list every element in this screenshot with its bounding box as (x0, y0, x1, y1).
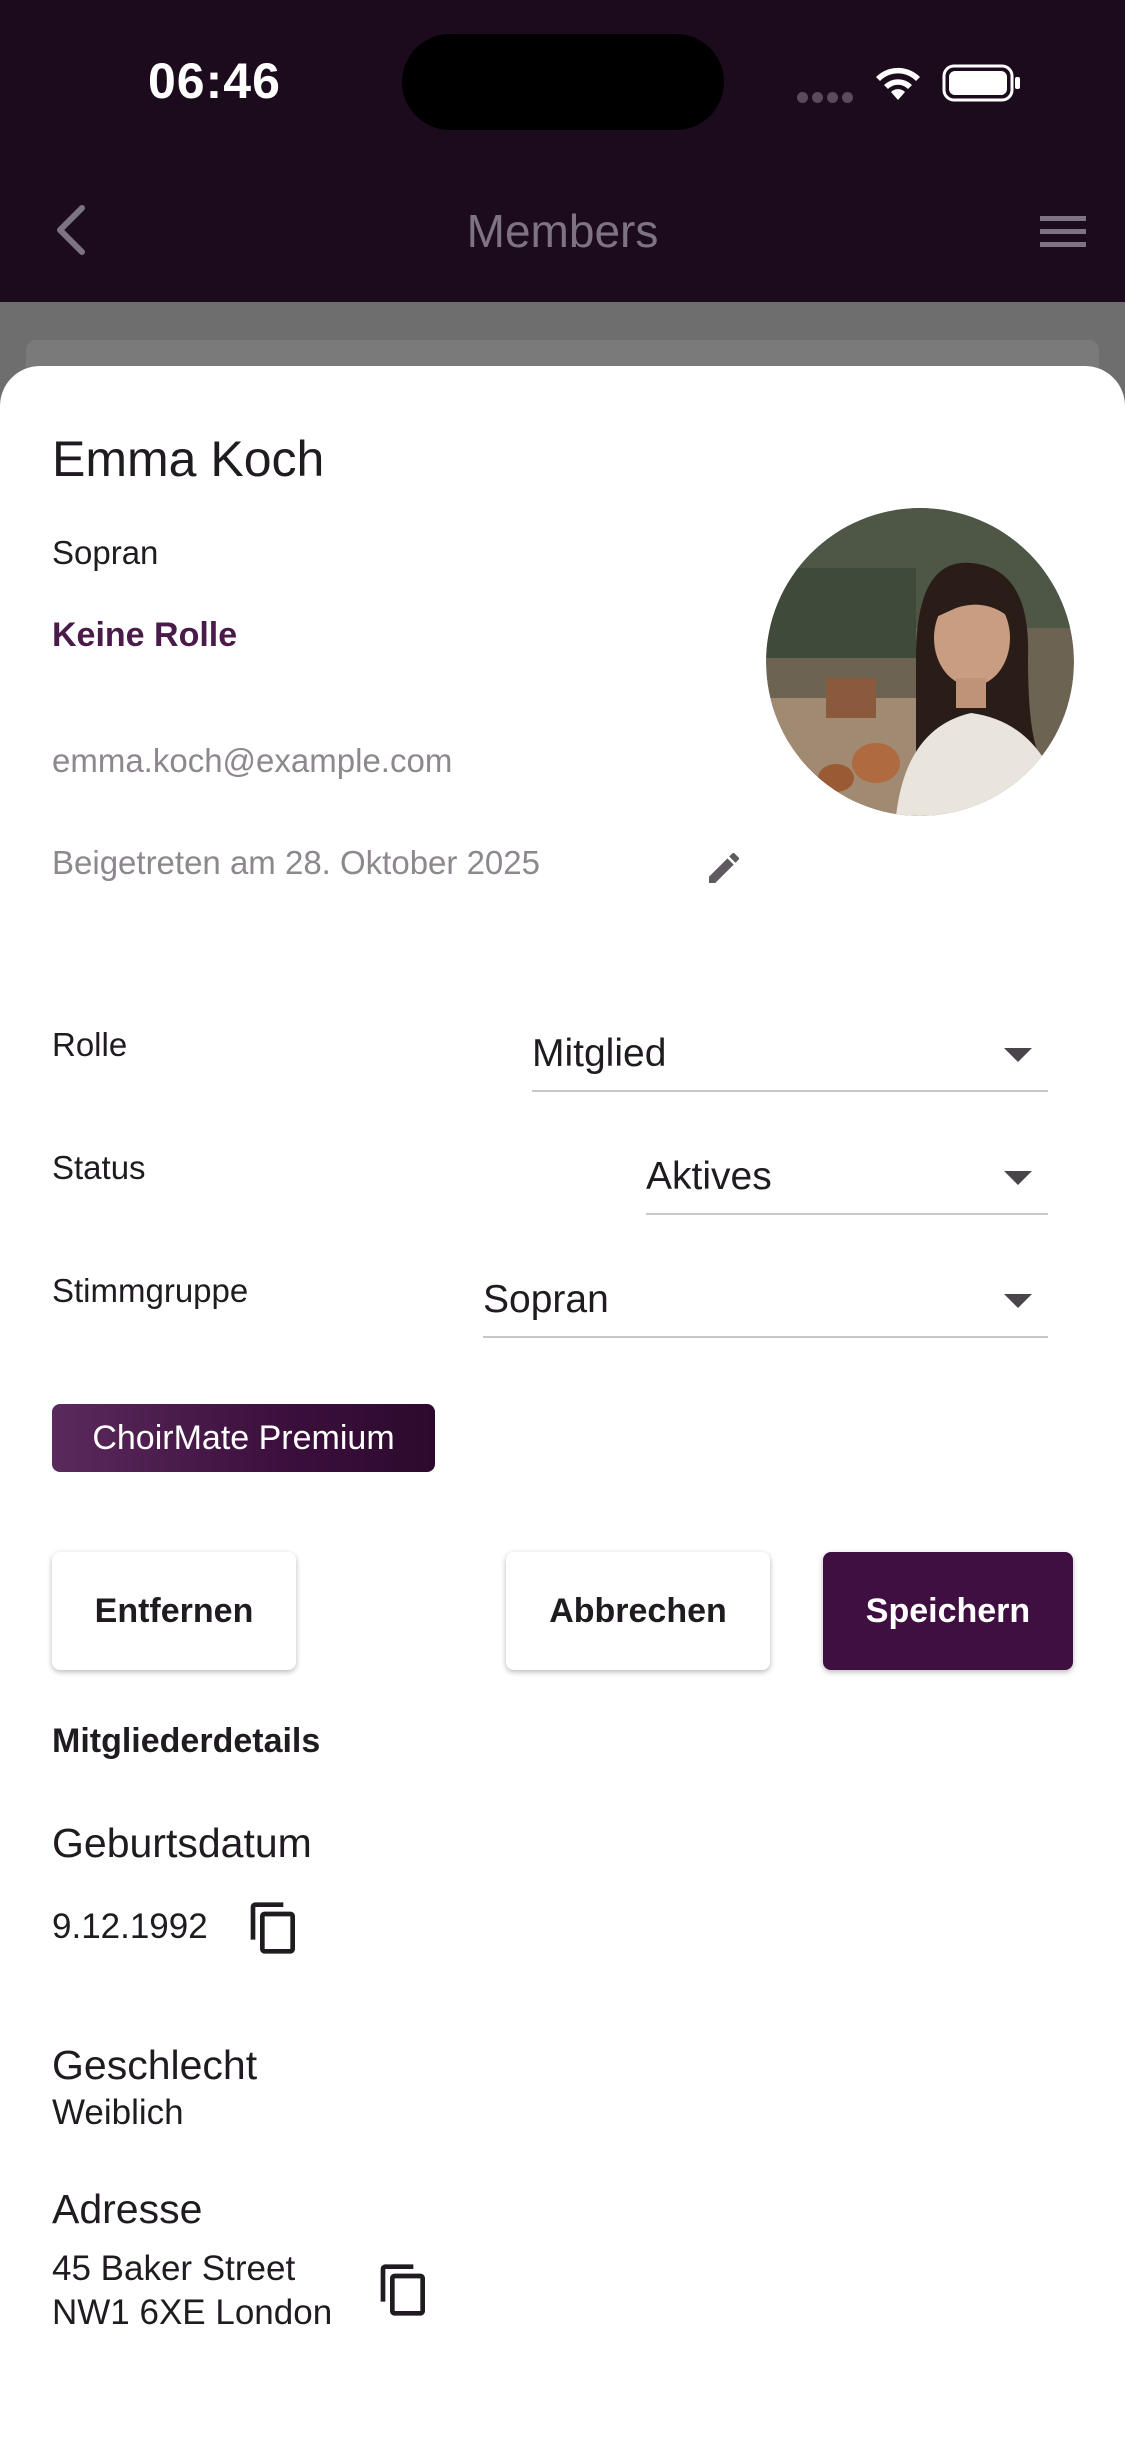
premium-badge: ChoirMate Premium (52, 1404, 435, 1472)
role-label: Rolle (52, 1026, 128, 1063)
member-voice: Sopran (52, 534, 159, 571)
birthdate-label: Geburtsdatum (52, 1820, 312, 1866)
pencil-icon[interactable] (704, 848, 744, 888)
dropdown-arrow-icon (1004, 1171, 1032, 1185)
save-button[interactable]: Speichern (823, 1552, 1073, 1670)
address-label: Adresse (52, 2186, 203, 2232)
role-dropdown-value: Mitglied (532, 1032, 667, 1075)
address-line-2: NW1 6XE London (52, 2293, 333, 2332)
copy-address-icon[interactable] (376, 2260, 432, 2320)
hamburger-menu-icon[interactable] (1038, 212, 1088, 252)
avatar (766, 508, 1074, 816)
status-time: 06:46 (148, 53, 281, 109)
app-bar: Members (0, 160, 1125, 302)
gender-label: Geschlecht (52, 2042, 258, 2088)
voice-group-dropdown[interactable]: Sopran (483, 1268, 1048, 1338)
status-bar: 06:46 (0, 0, 1125, 160)
birthdate-value: 9.12.1992 (52, 1907, 208, 1946)
gender-value: Weiblich (52, 2093, 184, 2132)
role-dropdown[interactable]: Mitglied (532, 1022, 1048, 1092)
remove-button[interactable]: Entfernen (52, 1552, 296, 1670)
address-line-1: 45 Baker Street (52, 2249, 296, 2288)
member-joined-date: Beigetreten am 28. Oktober 2025 (52, 844, 540, 881)
wifi-icon (876, 67, 920, 100)
member-name: Emma Koch (52, 431, 325, 487)
member-detail-sheet: Emma Koch Sopran Keine Rolle emma.koch@e… (0, 366, 1125, 2444)
member-email: emma.koch@example.com (52, 742, 453, 779)
battery-icon (942, 64, 1020, 102)
page-title: Members (466, 205, 659, 257)
voice-group-label: Stimmgruppe (52, 1272, 249, 1309)
status-dropdown[interactable]: Aktives (646, 1145, 1048, 1215)
dropdown-arrow-icon (1004, 1294, 1032, 1308)
voice-group-dropdown-value: Sopran (483, 1278, 609, 1321)
dropdown-arrow-icon (1004, 1048, 1032, 1062)
copy-birthdate-icon[interactable] (246, 1898, 302, 1958)
dynamic-island (402, 34, 724, 130)
signal-dots-icon (797, 90, 857, 108)
member-role-link[interactable]: Keine Rolle (52, 616, 237, 655)
member-details-title: Mitgliederdetails (52, 1722, 321, 1760)
status-dropdown-value: Aktives (646, 1155, 772, 1198)
status-label: Status (52, 1149, 146, 1186)
cancel-button[interactable]: Abbrechen (506, 1552, 770, 1670)
